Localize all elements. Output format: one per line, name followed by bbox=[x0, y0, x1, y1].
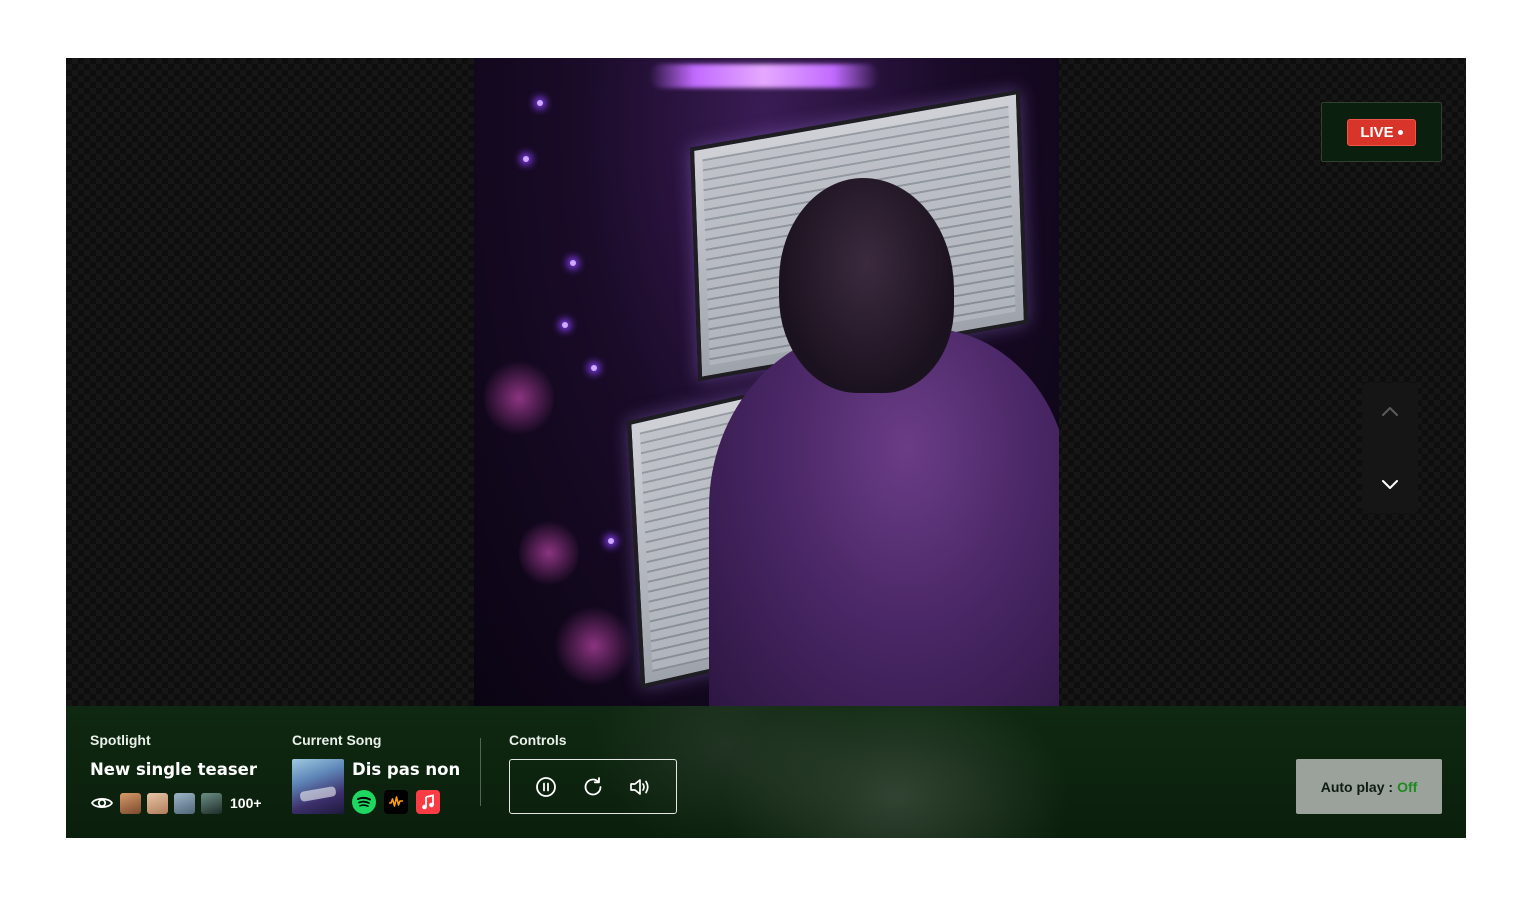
bokeh-light bbox=[519, 518, 579, 588]
playback-controls bbox=[509, 759, 677, 814]
spotify-icon bbox=[357, 796, 371, 807]
live-indicator: LIVE bbox=[1321, 102, 1442, 162]
song-title: Dis pas non bbox=[352, 760, 461, 779]
current-song-label: Current Song bbox=[292, 732, 382, 748]
previous-stream-button[interactable] bbox=[1362, 391, 1418, 431]
autoplay-toggle[interactable]: Auto play : Off bbox=[1296, 759, 1442, 814]
pause-icon bbox=[535, 776, 556, 797]
spotlight-label: Spotlight bbox=[90, 732, 151, 748]
stream-navigation bbox=[1362, 383, 1418, 513]
spotlight-title: New single teaser bbox=[90, 760, 257, 779]
wall-light bbox=[570, 260, 576, 266]
replay-button[interactable] bbox=[578, 772, 608, 802]
live-label: LIVE bbox=[1360, 123, 1394, 141]
viewer-avatar bbox=[120, 792, 141, 814]
chevron-down-icon bbox=[1382, 480, 1398, 489]
controls-label: Controls bbox=[509, 732, 567, 748]
eye-icon bbox=[90, 797, 114, 809]
wall-light bbox=[562, 322, 568, 328]
volume-icon bbox=[630, 778, 649, 795]
album-cover[interactable] bbox=[292, 759, 344, 814]
volume-button[interactable] bbox=[625, 772, 655, 802]
viewer-avatar bbox=[174, 792, 195, 814]
section-divider bbox=[480, 738, 481, 806]
video-frame[interactable] bbox=[474, 58, 1059, 706]
wall-light bbox=[608, 538, 614, 544]
wall-light bbox=[537, 100, 543, 106]
audiomack-link[interactable] bbox=[384, 790, 408, 814]
audiomack-icon bbox=[389, 796, 403, 807]
live-badge: LIVE bbox=[1347, 118, 1416, 146]
led-strip-light bbox=[649, 64, 879, 88]
chevron-up-icon bbox=[1382, 407, 1398, 416]
apple-music-link[interactable] bbox=[416, 790, 440, 814]
person-head bbox=[779, 178, 954, 393]
wall-light bbox=[591, 365, 597, 371]
info-bar: Spotlight New single teaser 100+ Current… bbox=[66, 706, 1466, 838]
autoplay-state: Off bbox=[1397, 778, 1418, 795]
wall-light bbox=[523, 156, 529, 162]
pause-button[interactable] bbox=[531, 772, 561, 802]
bokeh-light bbox=[484, 358, 554, 438]
autoplay-label: Auto play : bbox=[1320, 778, 1394, 795]
viewer-count: 100+ bbox=[230, 795, 262, 811]
spotify-link[interactable] bbox=[352, 790, 376, 814]
live-dot-icon bbox=[1397, 129, 1403, 135]
bokeh-light bbox=[554, 606, 634, 686]
apple-music-icon bbox=[422, 794, 434, 810]
streaming-platforms bbox=[352, 790, 440, 814]
viewer-avatar bbox=[201, 792, 222, 814]
video-player: LIVE Spotlight New single teaser 100+ Cu… bbox=[66, 58, 1466, 838]
viewer-avatar bbox=[147, 792, 168, 814]
next-stream-button[interactable] bbox=[1362, 465, 1418, 505]
viewers-row: 100+ bbox=[90, 791, 262, 815]
replay-icon bbox=[584, 776, 602, 795]
